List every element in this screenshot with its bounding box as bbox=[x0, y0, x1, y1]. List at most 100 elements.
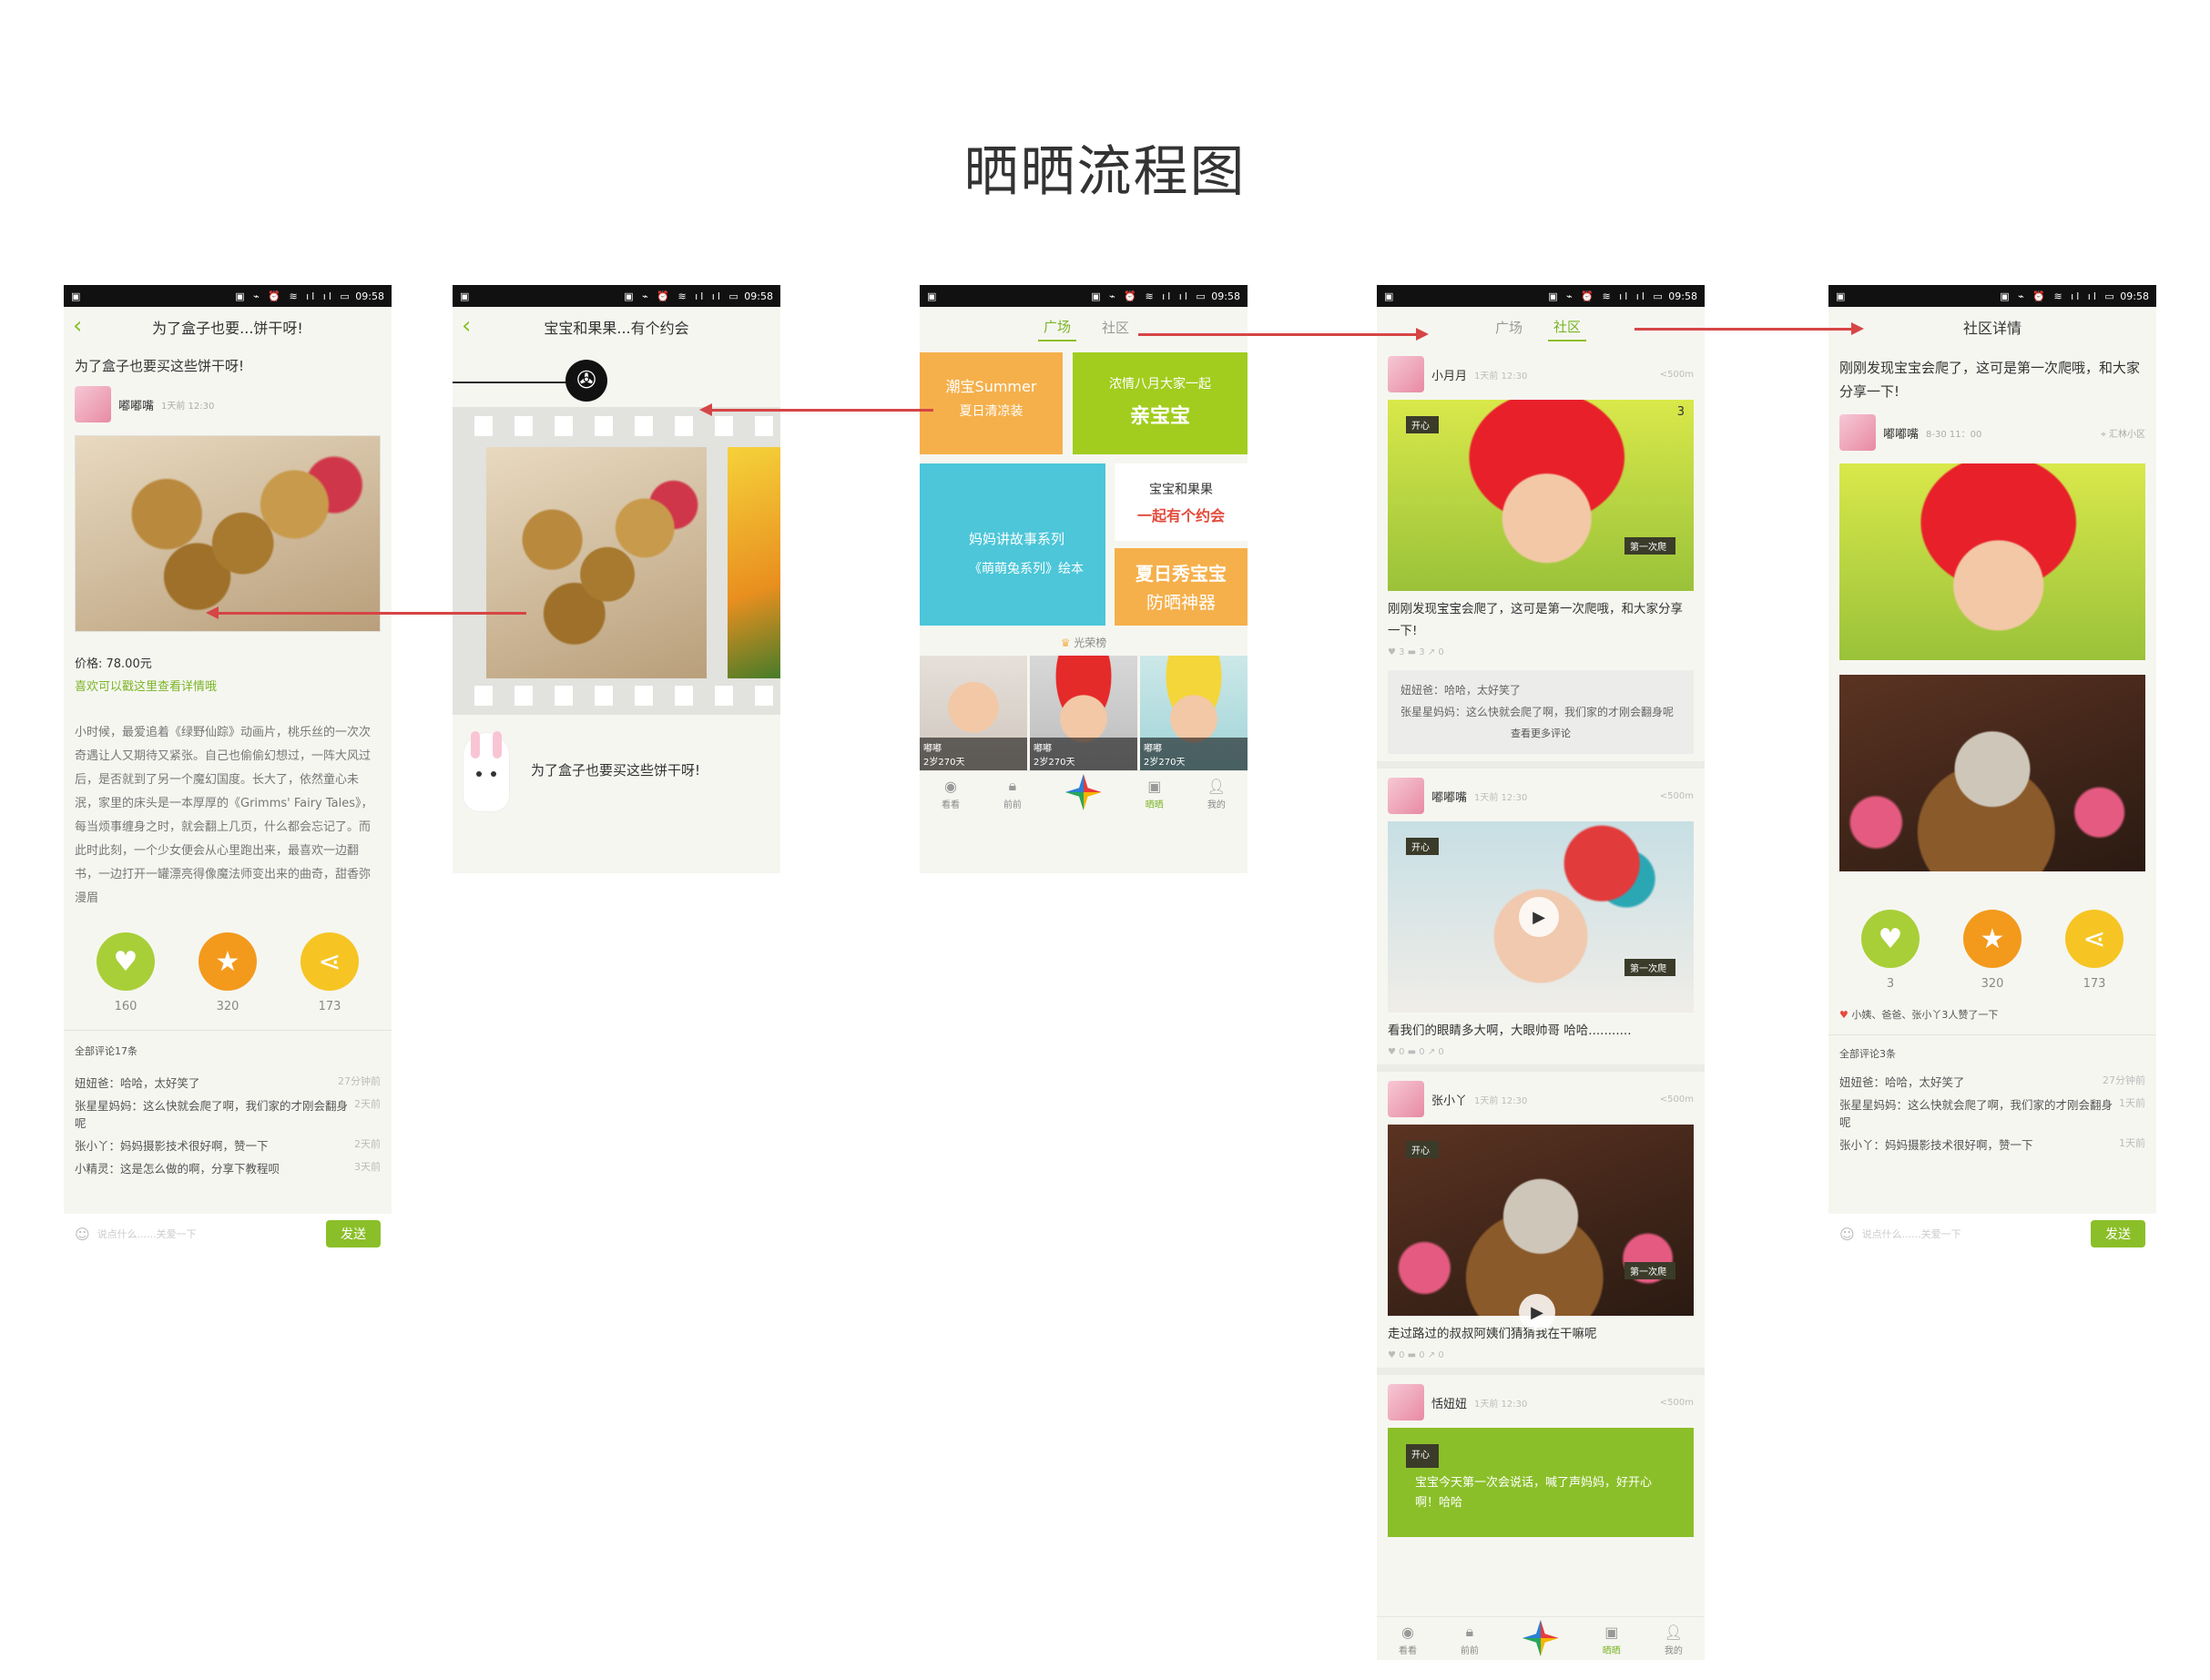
comment-item: 小精灵：这是怎么做的啊，分享下教程呗 3天前 bbox=[75, 1161, 381, 1176]
film-reel-icon[interactable]: ✇ bbox=[565, 360, 607, 402]
banner-sunscreen[interactable]: 夏日秀宝宝 防晒神器 bbox=[1115, 548, 1248, 626]
banner-summer[interactable]: 潮宝Summer 夏日清凉装 bbox=[920, 352, 1063, 454]
header-title: 社区详情 bbox=[1962, 320, 2022, 337]
post-title: 为了盒子也要买这些饼干呀! bbox=[75, 358, 245, 374]
film-perforation-bottom bbox=[453, 686, 780, 706]
author-meta: 1天前 12:30 bbox=[161, 401, 215, 412]
author-name[interactable]: 小月月 bbox=[1431, 366, 1467, 383]
avatar[interactable] bbox=[1388, 356, 1424, 392]
banner-date[interactable]: 宝宝和果果 一起有个约会 bbox=[1115, 463, 1248, 541]
tab-front[interactable]: 🔒︎ 前前 bbox=[1461, 1623, 1479, 1656]
send-button[interactable]: 发送 bbox=[326, 1220, 381, 1247]
photo-count: 3 bbox=[1676, 405, 1685, 419]
avatar[interactable] bbox=[75, 386, 111, 423]
detail-link[interactable]: 喜欢可以戳这里查看详情哦 bbox=[75, 677, 381, 694]
film-strip[interactable] bbox=[453, 407, 780, 715]
tab-me[interactable]: 👤︎ 我的 bbox=[1665, 1624, 1683, 1656]
film-frame-cookies[interactable] bbox=[486, 447, 707, 678]
author-name[interactable]: 嘟嘟嘴 bbox=[1431, 788, 1467, 805]
emoji-icon[interactable]: ☺ bbox=[75, 1226, 90, 1243]
pinwheel-icon bbox=[1064, 774, 1102, 810]
avatar[interactable] bbox=[1388, 1384, 1424, 1420]
liked-by: ♥ 小姨、爸爸、张小丫3人赞了一下 bbox=[1839, 1009, 1999, 1021]
comment-input[interactable]: 说点什么......关爱一下 bbox=[97, 1227, 319, 1241]
mood-tag: 开心 bbox=[1406, 1444, 1439, 1468]
status-time: 09:58 bbox=[744, 290, 773, 302]
comment-input[interactable]: 说点什么......关爱一下 bbox=[1862, 1227, 2083, 1241]
person-icon: 👤︎ bbox=[1207, 778, 1227, 795]
flow-arrow-story-to-product bbox=[206, 606, 526, 619]
tab-show[interactable]: ▣ 晒晒 bbox=[1146, 778, 1164, 810]
post-stats[interactable]: ♥ 3 ▬ 3 ↗ 0 bbox=[1388, 647, 1694, 657]
banner-story[interactable]: 妈妈讲故事系列 《萌萌兔系列》绘本 bbox=[920, 463, 1105, 626]
cookie-photo[interactable] bbox=[75, 435, 381, 632]
text-post-card[interactable]: 开心 宝宝今天第一次会说话，喊了声妈妈，好开心啊！哈哈 bbox=[1388, 1428, 1694, 1537]
banner-family[interactable]: 浓情八月大家一起 亲宝宝 bbox=[1073, 352, 1248, 454]
emoji-icon[interactable]: ☺ bbox=[1839, 1226, 1855, 1243]
rank-card[interactable]: 嘟嘟 2岁270天 bbox=[1030, 656, 1137, 770]
avatar[interactable] bbox=[1388, 1081, 1424, 1117]
play-icon[interactable]: ▶ bbox=[1519, 1294, 1555, 1330]
tab-plaza[interactable]: 广场 bbox=[1037, 313, 1076, 341]
tab-me[interactable]: 👤︎ 我的 bbox=[1207, 778, 1226, 810]
comments-title: 全部评论3条 bbox=[1839, 1048, 1896, 1060]
tab-show[interactable]: ▣ 晒晒 bbox=[1603, 1624, 1621, 1656]
share-button[interactable]: ⋖ bbox=[300, 932, 359, 991]
header-tabs: 广场 社区 bbox=[920, 307, 1248, 347]
detail-photo-1[interactable] bbox=[1839, 463, 2145, 660]
tab-look[interactable]: ◉ 看看 bbox=[1399, 1624, 1417, 1656]
comment-bar: ☺ 说点什么......关爱一下 发送 bbox=[1828, 1214, 2156, 1254]
status-icons: ▣ ⌁ ⏰ ≋ ıl ıl ▭ bbox=[2000, 290, 2117, 302]
tab-front[interactable]: 🔒︎ 前前 bbox=[1003, 777, 1022, 810]
author-name[interactable]: 恬妞妞 bbox=[1431, 1394, 1467, 1411]
author-name[interactable]: 嘟嘟嘴 bbox=[118, 396, 154, 413]
tab-community[interactable]: 社区 bbox=[1102, 318, 1129, 337]
favorite-button[interactable]: ★ bbox=[1963, 910, 2022, 968]
tab-community[interactable]: 社区 bbox=[1548, 313, 1587, 341]
rank-card[interactable]: 嘟嘟 2岁270天 bbox=[1140, 656, 1248, 770]
play-icon[interactable]: ▶ bbox=[1519, 897, 1559, 937]
share-count: 173 bbox=[318, 1000, 341, 1013]
story-caption: 为了盒子也要买这些饼干呀! bbox=[531, 761, 701, 779]
favorite-button[interactable]: ★ bbox=[199, 932, 257, 991]
detail-photo-2[interactable] bbox=[1839, 675, 2145, 871]
author-name[interactable]: 张小丫 bbox=[1431, 1091, 1467, 1108]
avatar[interactable] bbox=[1388, 778, 1424, 814]
tab-plaza[interactable]: 广场 bbox=[1495, 318, 1523, 337]
comment-item: 妞妞爸：哈哈，太好笑了 27分钟前 bbox=[1839, 1074, 2145, 1089]
status-bar: ▣ ▣ ⌁ ⏰ ≋ ıl ıl ▭ 09:58 bbox=[1828, 285, 2156, 307]
back-arrow-icon[interactable]: ‹ bbox=[73, 314, 82, 338]
notification-icon: ▣ bbox=[71, 290, 81, 302]
notification-icon: ▣ bbox=[927, 290, 937, 302]
post-stats[interactable]: ♥ 0 ▬ 0 ↗ 0 bbox=[1388, 1047, 1694, 1057]
film-frame-next[interactable] bbox=[728, 447, 780, 678]
like-button[interactable]: ♥ bbox=[1861, 910, 1920, 968]
share-button[interactable]: ⋖ bbox=[2065, 910, 2123, 968]
post-text: 看我们的眼睛多大啊，大眼帅哥 哈哈........... bbox=[1388, 1023, 1632, 1038]
rank-card[interactable]: 嘟嘟 2岁270天 bbox=[920, 656, 1027, 770]
post-text: 刚刚发现宝宝会爬了，这可是第一次爬哦，和大家分享一下! bbox=[1839, 360, 2141, 400]
tab-look[interactable]: ◉ 看看 bbox=[942, 778, 960, 810]
header-title: 为了盒子也要...饼干呀! bbox=[152, 320, 303, 337]
comments-title: 全部评论17条 bbox=[75, 1045, 137, 1057]
avatar[interactable] bbox=[1839, 414, 1876, 451]
post-video[interactable]: 开心 第一次爬 ▶ bbox=[1388, 1125, 1694, 1330]
author-name[interactable]: 嘟嘟嘴 bbox=[1883, 424, 1919, 442]
notification-icon: ▣ bbox=[1836, 290, 1846, 302]
post-video[interactable]: 开心 第一次爬 ▶ bbox=[1388, 821, 1694, 1013]
notification-icon: ▣ bbox=[1384, 290, 1394, 302]
status-time: 09:58 bbox=[1668, 290, 1697, 302]
tab-pinwheel[interactable] bbox=[1064, 774, 1102, 810]
screen-story: ▣ ▣ ⌁ ⏰ ≋ ıl ıl ▭ 09:58 ‹ 宝宝和果果...有个约会 ✇… bbox=[453, 285, 780, 873]
post-photo[interactable]: 开心 第一次爬 3 bbox=[1388, 400, 1694, 591]
milestone-tag: 第一次爬 bbox=[1624, 1262, 1675, 1279]
send-button[interactable]: 发送 bbox=[2091, 1220, 2145, 1247]
like-button[interactable]: ♥ bbox=[97, 932, 155, 991]
pinwheel-icon bbox=[1522, 1620, 1559, 1656]
tab-pinwheel[interactable] bbox=[1522, 1620, 1559, 1656]
location-text: <500m bbox=[1659, 1397, 1694, 1408]
back-arrow-icon[interactable]: ‹ bbox=[462, 314, 471, 338]
comment-item: 张小丫：妈妈摄影技术很好啊，赞一下 2天前 bbox=[75, 1138, 381, 1153]
more-comments-link[interactable]: 查看更多评论 bbox=[1400, 723, 1681, 745]
post-stats[interactable]: ♥ 0 ▬ 0 ↗ 0 bbox=[1388, 1350, 1694, 1360]
